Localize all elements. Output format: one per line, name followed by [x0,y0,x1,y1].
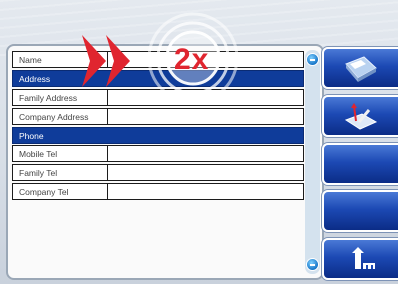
home-button[interactable] [322,238,398,280]
field-label: Family Tel [13,165,108,181]
scroll-down-button[interactable] [306,258,319,271]
blank-button-2[interactable] [322,190,398,232]
company-address-field[interactable] [108,109,303,124]
edit-icon [344,103,378,130]
edit-button[interactable] [322,95,398,137]
blank-button-1[interactable] [322,143,398,185]
mobile-tel-row[interactable]: Mobile Tel [12,145,304,163]
scroll-up-button[interactable] [306,53,319,66]
company-tel-field[interactable] [108,184,303,199]
family-tel-field[interactable] [108,165,303,180]
scrollbar[interactable] [305,50,320,274]
mobile-tel-field[interactable] [108,146,303,161]
save-icon [345,56,377,82]
company-tel-row[interactable]: Company Tel [12,183,304,201]
speed-label: 2x [174,43,210,76]
fast-forward-icon [82,35,130,87]
field-label: Company Address [13,108,108,124]
field-label: Family Address [13,89,108,105]
family-tel-row[interactable]: Family Tel [12,164,304,182]
field-label: Mobile Tel [13,146,108,162]
company-address-row[interactable]: Company Address [12,107,304,125]
field-label: Company Tel [13,184,108,200]
home-icon [352,247,375,269]
save-button[interactable] [322,47,398,89]
section-header-phone: Phone [12,126,304,144]
